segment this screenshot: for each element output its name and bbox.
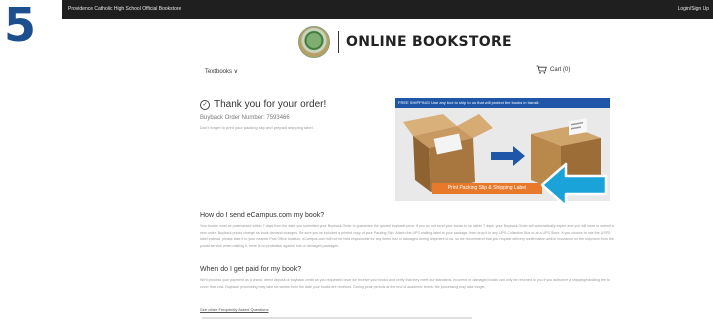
step-number: 5	[4, 0, 37, 52]
thank-you-heading: Thank you for your order!	[214, 99, 327, 110]
textbooks-menu[interactable]: Textbooks ∨	[205, 68, 238, 75]
free-shipping-banner: FREE SHIPPING! Use any box to ship to us…	[395, 98, 610, 108]
send-books-text: Your books must be postmarked within 7 d…	[200, 224, 614, 249]
top-bar: Providence Catholic High School Official…	[62, 0, 713, 19]
logo-divider	[338, 31, 339, 53]
check-circle-icon: ✓	[200, 99, 210, 110]
cart-icon	[536, 65, 547, 74]
payment-heading: When do I get paid for my book?	[200, 266, 302, 273]
faq-link[interactable]: See other Frequently Asked Questions	[200, 307, 268, 312]
page-title: ✓ Thank you for your order!	[200, 99, 326, 110]
school-seal-icon	[298, 26, 330, 58]
send-books-heading: How do I send eCampus.com my book?	[200, 212, 325, 219]
store-name: Providence Catholic High School Official…	[68, 6, 182, 12]
logo-text: ONLINE BOOKSTORE	[346, 34, 512, 50]
print-packing-slip-button[interactable]: Print Packing Slip & Shipping Label	[432, 183, 542, 194]
cart-label: Cart (0)	[550, 66, 571, 73]
login-signup-link[interactable]: Login/Sign Up	[678, 6, 709, 12]
buyback-order-number: Buyback Order Number: 7593466	[200, 115, 290, 121]
cart-button[interactable]: Cart (0)	[536, 65, 570, 74]
print-reminder: Don't forget to print your packing slip …	[200, 125, 314, 130]
browser-page: Providence Catholic High School Official…	[62, 0, 713, 324]
callout-arrow-icon	[540, 162, 608, 208]
payment-text: We'll process your payment as a check, d…	[200, 278, 610, 289]
site-logo[interactable]: ONLINE BOOKSTORE	[298, 26, 512, 58]
faq-list-item	[202, 317, 472, 319]
